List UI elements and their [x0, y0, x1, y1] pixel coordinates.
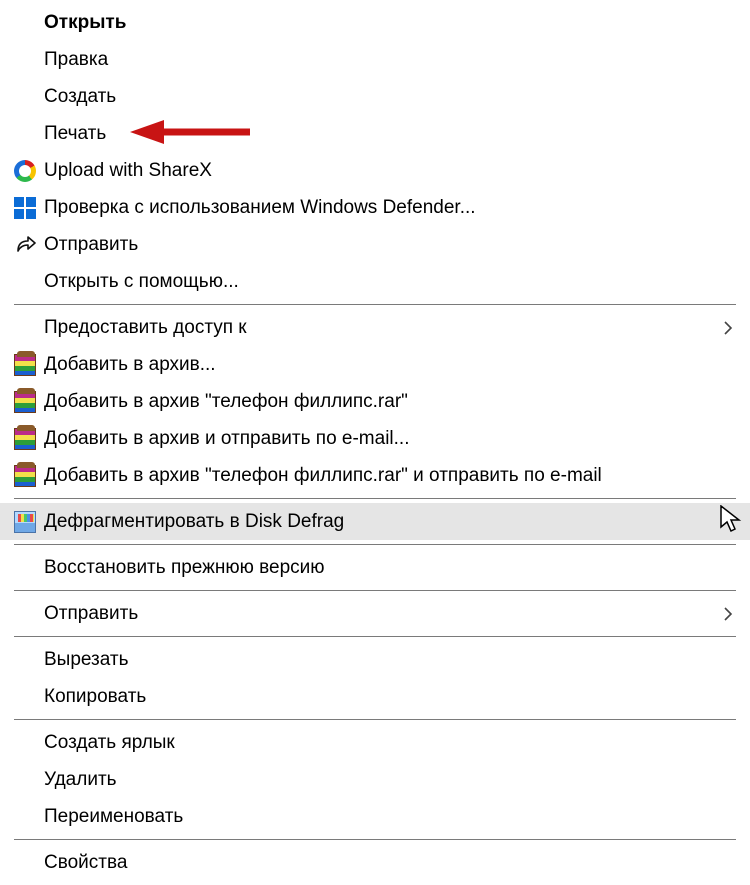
icon-empty [14, 48, 44, 72]
menu-item-label: Свойства [44, 852, 736, 874]
menu-item[interactable]: Добавить в архив "телефон филлипс.rar" и… [0, 457, 750, 494]
menu-item[interactable]: Отправить [0, 226, 750, 263]
menu-item-label: Создать [44, 86, 736, 108]
icon-empty [14, 602, 44, 626]
menu-item[interactable]: Создать ярлык [0, 724, 750, 761]
menu-item[interactable]: Отправить [0, 595, 750, 632]
menu-separator [14, 636, 736, 637]
menu-item-label: Upload with ShareX [44, 160, 736, 182]
menu-item-label: Вырезать [44, 649, 736, 671]
menu-item-label: Проверка с использованием Windows Defend… [44, 197, 736, 219]
menu-item[interactable]: Проверка с использованием Windows Defend… [0, 189, 750, 226]
menu-item[interactable]: Удалить [0, 761, 750, 798]
icon-empty [14, 685, 44, 709]
menu-item-label: Дефрагментировать в Disk Defrag [44, 511, 736, 533]
icon-empty [14, 731, 44, 755]
icon-empty [14, 768, 44, 792]
menu-item[interactable]: Вырезать [0, 641, 750, 678]
menu-separator [14, 544, 736, 545]
context-menu: Открыть Правка Создать Печать Upload with Sh… [0, 0, 750, 881]
menu-item-label: Отправить [44, 234, 736, 256]
menu-item-label: Добавить в архив "телефон филлипс.rar" [44, 391, 736, 413]
menu-item[interactable]: Добавить в архив... [0, 346, 750, 383]
menu-item-label: Копировать [44, 686, 736, 708]
menu-item[interactable]: Добавить в архив и отправить по e-mail..… [0, 420, 750, 457]
menu-item-label: Удалить [44, 769, 736, 791]
sharex-icon [14, 159, 44, 183]
menu-item-label: Добавить в архив "телефон филлипс.rar" и… [44, 465, 736, 487]
menu-item[interactable]: Добавить в архив "телефон филлипс.rar" [0, 383, 750, 420]
icon-empty [14, 122, 44, 146]
menu-item-label: Добавить в архив и отправить по e-mail..… [44, 428, 736, 450]
menu-separator [14, 839, 736, 840]
menu-item[interactable]: Открыть [0, 4, 750, 41]
menu-item-label: Открыть [44, 12, 736, 34]
menu-item[interactable]: Предоставить доступ к [0, 309, 750, 346]
menu-item-label: Добавить в архив... [44, 354, 736, 376]
menu-item[interactable]: Переименовать [0, 798, 750, 835]
icon-empty [14, 805, 44, 829]
menu-item[interactable]: Копировать [0, 678, 750, 715]
icon-empty [14, 648, 44, 672]
chevron-right-icon [720, 320, 736, 336]
menu-item[interactable]: Upload with ShareX [0, 152, 750, 189]
menu-item-label: Открыть с помощью... [44, 271, 736, 293]
winrar-icon [14, 427, 44, 451]
menu-item[interactable]: Дефрагментировать в Disk Defrag [0, 503, 750, 540]
chevron-right-icon [720, 606, 736, 622]
menu-item[interactable]: Открыть с помощью... [0, 263, 750, 300]
menu-separator [14, 719, 736, 720]
menu-item[interactable]: Восстановить прежнюю версию [0, 549, 750, 586]
icon-empty [14, 11, 44, 35]
winrar-icon [14, 353, 44, 377]
icon-empty [14, 556, 44, 580]
menu-item-label: Печать [44, 123, 736, 145]
menu-item-label: Предоставить доступ к [44, 317, 720, 339]
winrar-icon [14, 390, 44, 414]
winrar-icon [14, 464, 44, 488]
menu-item-label: Отправить [44, 603, 720, 625]
menu-separator [14, 590, 736, 591]
defrag-icon [14, 510, 44, 534]
menu-item-label: Создать ярлык [44, 732, 736, 754]
menu-item[interactable]: Создать [0, 78, 750, 115]
menu-item-label: Правка [44, 49, 736, 71]
share-arrow-icon [14, 233, 44, 257]
menu-item-label: Восстановить прежнюю версию [44, 557, 736, 579]
icon-empty [14, 85, 44, 109]
menu-separator [14, 304, 736, 305]
menu-item[interactable]: Правка [0, 41, 750, 78]
menu-item[interactable]: Печать [0, 115, 750, 152]
defender-icon [14, 196, 44, 220]
menu-item-label: Переименовать [44, 806, 736, 828]
icon-empty [14, 851, 44, 875]
icon-empty [14, 316, 44, 340]
menu-item[interactable]: Свойства [0, 844, 750, 881]
menu-separator [14, 498, 736, 499]
icon-empty [14, 270, 44, 294]
